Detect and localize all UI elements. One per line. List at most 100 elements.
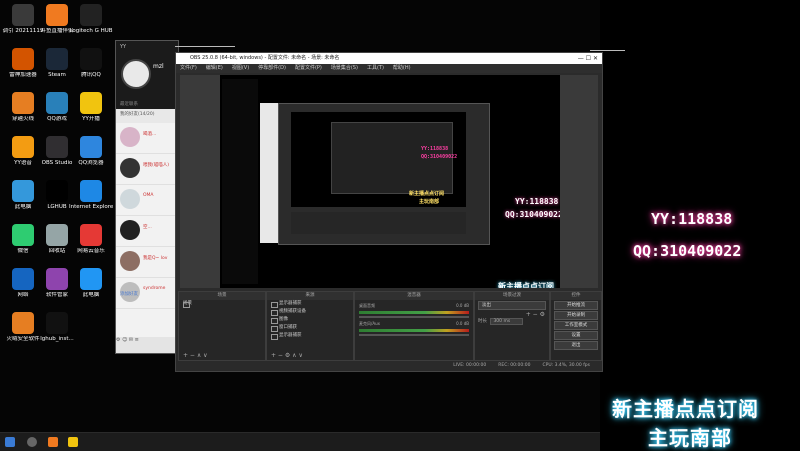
sources-panel: 来源 显示器捕获 视频捕获设备 图像 窗口捕获 显示器捕获 + − ⚙ ∧ ∨ [266, 291, 354, 361]
desktop-icon[interactable]: 腾讯QQ [69, 48, 113, 78]
yy-toolbar[interactable]: ⚙ ☺ ✉ ≡ [116, 337, 178, 353]
app-icon [12, 224, 34, 246]
captured-obs-preview: YY:118838 QQ:310409022 新主播点点订阅 主玩南部 [291, 112, 466, 207]
control-button[interactable]: 设置 [554, 331, 598, 340]
overlay-line2: 主玩南部 [648, 426, 732, 450]
control-button[interactable]: 工作室模式 [554, 321, 598, 330]
transition-controls[interactable]: + − ⚙ [475, 311, 549, 318]
obs-preview[interactable]: YY:118838 QQ:310409022 新主播点点订阅 主玩南部 YY:1… [180, 75, 598, 288]
friend-name: 空... [143, 225, 152, 230]
mixer-header: 混音器 [355, 292, 473, 300]
control-button[interactable]: 开始推流 [554, 301, 598, 310]
source-item[interactable]: 显示器捕获 [267, 300, 353, 308]
menu-item[interactable]: 停靠部件(D) [258, 65, 286, 71]
app-icon [80, 268, 102, 290]
mixer-channel: 麦克风/Aux 0.0 dB [355, 321, 473, 336]
scene-controls[interactable]: + − ∧ ∨ [179, 352, 208, 359]
source-item[interactable]: 图像 [267, 316, 353, 324]
friend-list: 喝酒... 喂我(喵喵人) OMA 空... 我是Q~ lov syndrome [116, 123, 178, 309]
app-icon [46, 312, 68, 334]
obs-window[interactable]: OBS 25.0.8 (64-bit, windows) - 配置文件: 未命名… [175, 52, 603, 372]
volume-slider[interactable] [359, 316, 469, 318]
friend-list-item[interactable]: 我是Q~ lov [116, 247, 178, 278]
app-icon [46, 268, 68, 290]
overlay-line1: 新主播点点订阅 [612, 397, 759, 421]
preview-yy-id: YY:118838 [515, 197, 559, 206]
desktop-icon[interactable]: Internet Explorer [69, 180, 113, 210]
desktop-icon[interactable]: lghub_inst... [35, 312, 79, 342]
friend-list-item[interactable]: OMA [116, 185, 178, 216]
mixer-channel-db: 0.0 dB [456, 321, 469, 326]
overlay-qq-id: QQ:310409022 [633, 242, 742, 260]
captured-line1: 新主播点点订阅 [409, 191, 445, 197]
preview-canvas: YY:118838 QQ:310409022 新主播点点订阅 主玩南部 YY:1… [220, 75, 560, 288]
friend-list-item[interactable]: 喝酒... [116, 123, 178, 154]
desktop-icon-label: 网易云音乐 [77, 248, 105, 254]
mixer-channel-name: 麦克风/Aux [359, 321, 380, 326]
volume-slider[interactable] [359, 334, 469, 336]
desktop-icon-label: Internet Explorer [69, 204, 113, 210]
menu-item[interactable]: 编辑(E) [206, 65, 223, 71]
menu-item[interactable]: 工具(T) [367, 65, 384, 71]
friend-list-item[interactable]: 喂我(喵喵人) [116, 154, 178, 185]
control-buttons: 开始推流 开始录制 工作室模式 设置 退出 [551, 301, 601, 350]
menu-item[interactable]: 配置文件(P) [295, 65, 322, 71]
friend-group-header[interactable]: 我的好友(14/20) [116, 109, 178, 123]
sources-header: 来源 [267, 292, 353, 300]
duration-input[interactable]: 300 ms [490, 318, 524, 325]
desktop-icon-label: 此电脑 [82, 292, 100, 298]
status-item: REC: 00:00:00 [498, 363, 531, 368]
friend-name: 喂我(喵喵人) [143, 163, 170, 168]
taskbar [0, 432, 600, 451]
preview-line1: 新主播点点订阅 [498, 282, 554, 288]
captured-obs-panels [291, 212, 466, 234]
yy-window[interactable]: YY mzl 最近联系 我的好友(14/20) 喝酒... 喂我(喵喵人) OMA 空… [115, 40, 179, 354]
app-icon [12, 312, 34, 334]
source-item[interactable]: 显示器捕获 [267, 332, 353, 340]
mixer-panel: 混音器 桌面音频 0.0 dB 麦克风/Aux 0.0 dB [354, 291, 474, 361]
douyu-taskbar-icon[interactable] [48, 437, 58, 447]
desktop-icon[interactable]: 此电脑 [69, 268, 113, 298]
preview-qq-id: QQ:310409022 [505, 210, 560, 219]
desktop-icon[interactable]: 网易云音乐 [69, 224, 113, 254]
control-button[interactable]: 开始录制 [554, 311, 598, 320]
desktop-icon-label: lghub_inst... [40, 336, 74, 342]
captured-yy-id: YY:118838 [421, 146, 449, 152]
control-button[interactable]: 退出 [554, 341, 598, 350]
obs-title: OBS 25.0.8 (64-bit, windows) - 配置文件: 未命名… [190, 55, 340, 61]
app-icon [12, 92, 34, 114]
desktop-icon[interactable]: YY开播 [69, 92, 113, 122]
menu-item[interactable]: 场景集合(S) [331, 65, 358, 71]
scene-item[interactable]: 场景 [179, 300, 265, 308]
captured-qq-id: QQ:310409022 [421, 154, 458, 160]
app-icon [12, 4, 34, 26]
app-icon [46, 224, 68, 246]
scenes-panel: 场景 场景 + − ∧ ∨ [178, 291, 266, 361]
friend-list-item[interactable]: 空... [116, 216, 178, 247]
transition-select[interactable]: 淡出 [478, 301, 546, 310]
menu-item[interactable]: 文件(F) [180, 65, 197, 71]
app-icon [12, 136, 34, 158]
desktop-icon[interactable]: QQ浏览器 [69, 136, 113, 166]
start-button-icon[interactable] [5, 437, 15, 447]
mixer-channel: 桌面音频 0.0 dB [355, 303, 473, 318]
scenes-header: 场景 [179, 292, 265, 300]
yy-taskbar-icon[interactable] [68, 437, 78, 447]
desktop-icon-label: YY开播 [82, 116, 100, 122]
app-icon [12, 180, 34, 202]
menu-item[interactable]: 帮助(H) [393, 65, 411, 71]
source-item[interactable]: 视频捕获设备 [267, 308, 353, 316]
window-controls[interactable]: — ☐ ✕ [578, 53, 598, 64]
mixer-channels: 桌面音频 0.0 dB 麦克风/Aux 0.0 dB [355, 303, 473, 336]
avatar[interactable] [121, 59, 151, 89]
duration-row: 时长 300 ms [475, 318, 549, 325]
menu-item[interactable]: 视图(V) [232, 65, 249, 71]
desktop-icon[interactable]: Logitech G HUB [69, 4, 113, 34]
source-item[interactable]: 窗口捕获 [267, 324, 353, 332]
volume-meter [359, 329, 469, 332]
add-friend-link[interactable]: 添加好友 [120, 291, 172, 299]
desktop-icon-label: 腾讯QQ [81, 72, 101, 78]
search-icon[interactable] [27, 437, 37, 447]
source-controls[interactable]: + − ⚙ ∧ ∨ [267, 352, 303, 359]
yy-username: mzl [153, 63, 164, 70]
